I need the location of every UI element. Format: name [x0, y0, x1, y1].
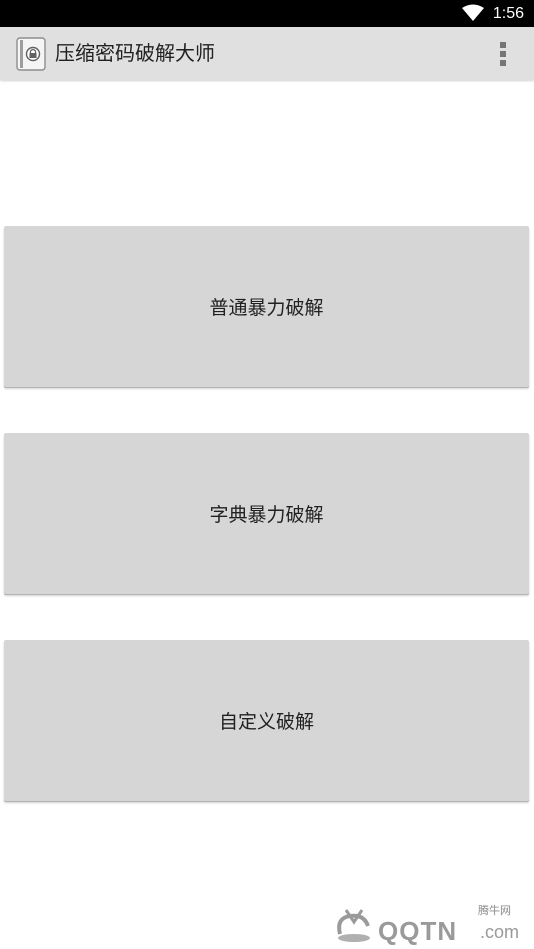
more-options-button[interactable] — [490, 39, 516, 69]
watermark: 腾牛网 QQTN .com — [330, 896, 530, 946]
watermark-brand: QQTN — [378, 916, 458, 946]
watermark-logo-icon — [337, 909, 370, 942]
watermark-site-name: 腾牛网 — [478, 904, 511, 917]
more-vert-icon-dot — [500, 60, 506, 66]
more-vert-icon-dot — [500, 51, 506, 57]
status-bar: 1:56 — [0, 0, 534, 27]
wifi-icon — [462, 4, 484, 21]
app-icon — [16, 37, 46, 71]
app-bar: 压缩密码破解大师 — [0, 27, 534, 80]
status-time: 1:56 — [492, 5, 524, 22]
normal-brute-force-button[interactable]: 普通暴力破解 — [4, 226, 529, 387]
dictionary-brute-force-button[interactable]: 字典暴力破解 — [4, 433, 529, 594]
custom-crack-button[interactable]: 自定义破解 — [4, 640, 529, 801]
watermark-domain: .com — [480, 922, 520, 942]
app-title: 压缩密码破解大师 — [55, 41, 215, 65]
more-vert-icon-dot — [500, 42, 506, 48]
